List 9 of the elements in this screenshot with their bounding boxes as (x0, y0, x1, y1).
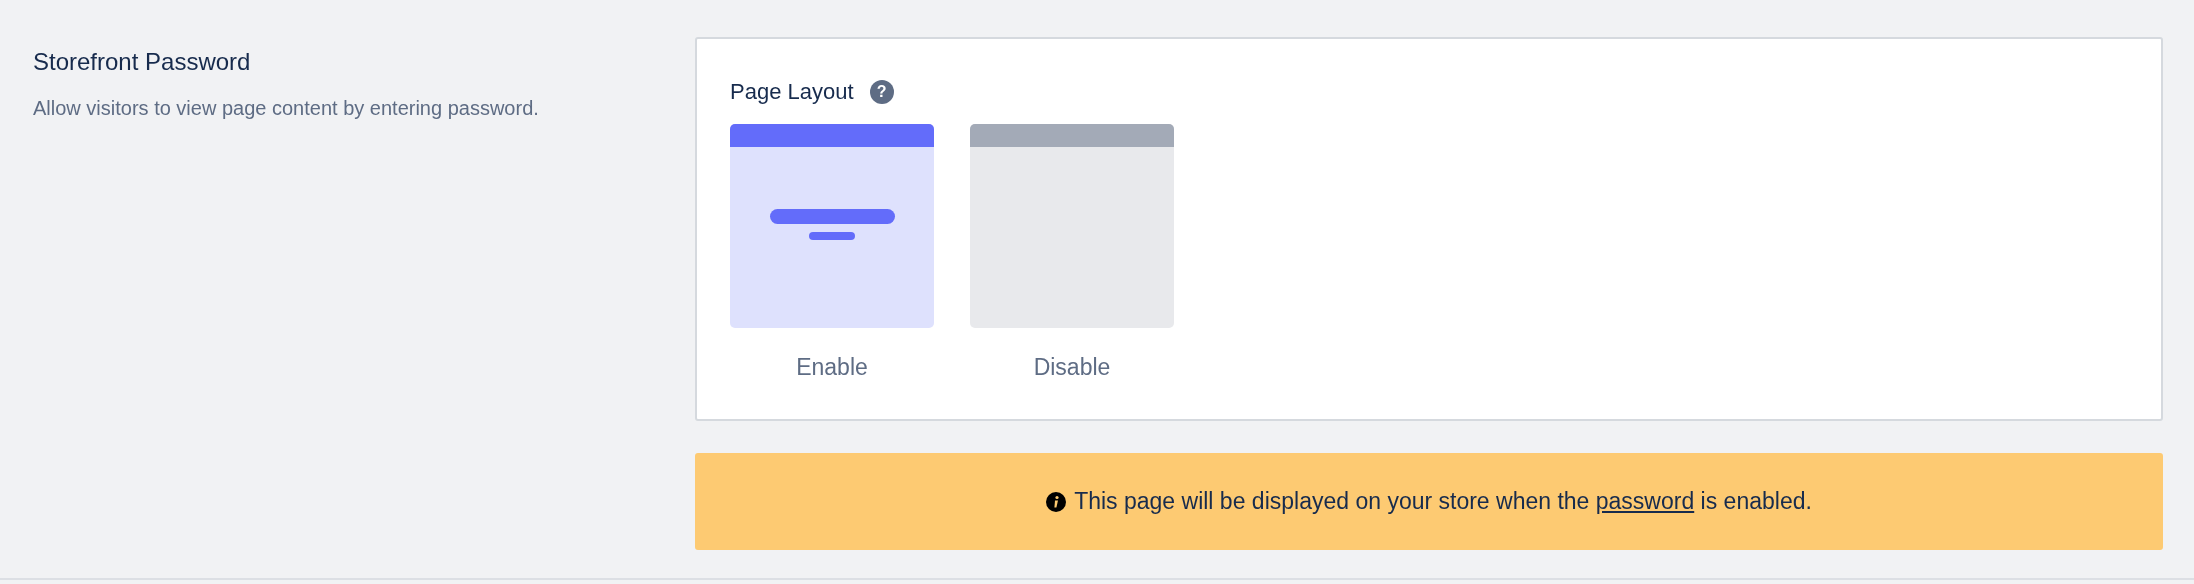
section-description: Allow visitors to view page content by entering password. (33, 96, 540, 121)
password-link[interactable]: password (1595, 488, 1695, 515)
info-icon (1046, 491, 1067, 512)
layout-option[interactable]: Enable (730, 124, 934, 385)
field-label: Page Layout (730, 78, 854, 106)
layout-option[interactable]: Disable (970, 124, 1174, 385)
help-icon[interactable]: ? (869, 79, 894, 104)
notice-text: This page will be displayed on your store when the password is enabled. (1074, 487, 1812, 517)
section-title: Storefront Password (33, 47, 252, 77)
